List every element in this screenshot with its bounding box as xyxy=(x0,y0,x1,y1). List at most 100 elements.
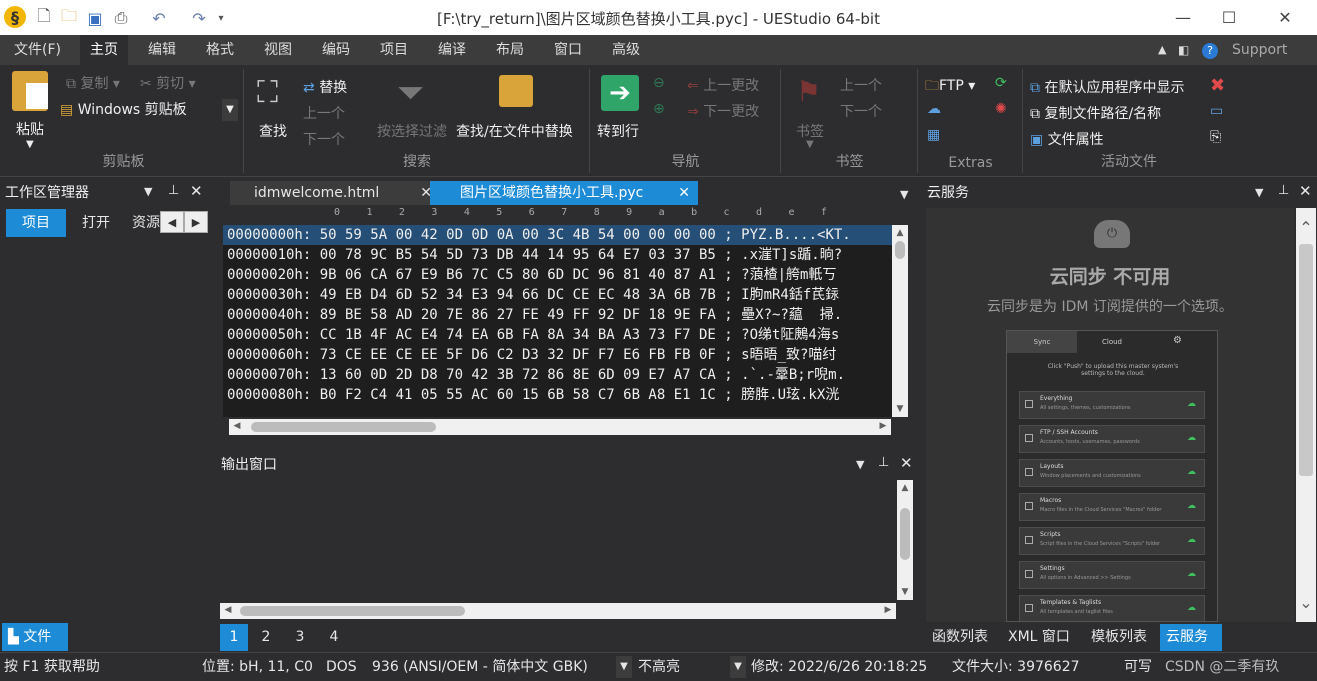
tab-scroll-left-icon[interactable]: ◀ xyxy=(160,211,184,233)
pin-icon[interactable]: ⊥ xyxy=(168,183,179,198)
cloud-icon[interactable]: ☁ xyxy=(927,101,941,117)
panel-dropdown-icon[interactable]: ▼ xyxy=(1255,186,1263,199)
scroll-up-icon[interactable]: ▲ xyxy=(897,483,913,493)
status-writable[interactable]: 可写 xyxy=(1124,653,1152,681)
scroll-thumb[interactable] xyxy=(1299,244,1313,476)
codepage-dropdown-icon[interactable]: ▼ xyxy=(616,656,632,678)
menu-advanced[interactable]: 高级 xyxy=(602,35,650,65)
filter-selection-button[interactable]: 按选择过滤 xyxy=(377,121,447,141)
tab-xml-window[interactable]: XML 窗口 xyxy=(1002,624,1082,651)
hex-row[interactable]: 00000070h: 13 60 0D 2D D8 70 42 3B 72 86… xyxy=(223,365,899,385)
hscroll-thumb[interactable] xyxy=(251,422,436,432)
output-content[interactable] xyxy=(220,478,913,618)
status-codepage[interactable]: 936 (ANSI/OEM - 简体中文 GBK) xyxy=(372,653,588,681)
goto-line-icon[interactable]: ➔ xyxy=(601,75,639,111)
scroll-down-icon[interactable]: ⌄ xyxy=(1296,593,1316,612)
bookmark-icon[interactable]: ⚑ xyxy=(796,75,821,108)
hex-row[interactable]: 00000020h: 9B 06 CA 67 E9 B6 7C C5 80 6D… xyxy=(223,265,899,285)
menu-format[interactable]: 格式 xyxy=(196,35,244,65)
highlight-dropdown-icon[interactable]: ▼ xyxy=(730,656,746,678)
extras-red-icon[interactable]: ✺ xyxy=(995,101,1007,117)
file-action-icon[interactable]: ▭ xyxy=(1210,103,1223,119)
workspace-tab-resources[interactable]: 资源 xyxy=(126,209,160,237)
menu-window[interactable]: 窗口 xyxy=(544,35,592,65)
copy-path-button[interactable]: ⧉ 复制文件路径/名称 xyxy=(1030,103,1161,123)
file-export-icon[interactable]: ⎘ xyxy=(1210,129,1221,145)
paste-icon[interactable] xyxy=(12,71,48,111)
hex-row[interactable]: 00000000h: 50 59 5A 00 42 0D 0D 0A 00 3C… xyxy=(223,225,899,245)
panel-dropdown-icon[interactable]: ▼ xyxy=(144,185,152,198)
workspace-tab-open[interactable]: 打开 xyxy=(66,209,126,237)
menu-view[interactable]: 视图 xyxy=(254,35,302,65)
tab-cloud-services[interactable]: 云服务 xyxy=(1160,624,1222,651)
output-page-2[interactable]: 2 xyxy=(252,624,280,651)
replace-button[interactable]: ⇄ 替换 xyxy=(303,77,347,97)
prev-bookmark-button[interactable]: 上一个 xyxy=(840,75,882,95)
scroll-up-icon[interactable]: ▲ xyxy=(892,228,908,238)
ftp-button[interactable]: 🗀FTP ▾ xyxy=(925,75,975,99)
hex-row[interactable]: 00000040h: 89 BE 58 AD 20 7E 86 27 FE 49… xyxy=(223,305,899,325)
bookmark-button[interactable]: 书签 xyxy=(796,121,824,141)
scroll-right-icon[interactable]: ▶ xyxy=(882,605,894,615)
editor-tab-pyc[interactable]: 图片区域颜色替换小工具.pyc ✕ xyxy=(430,181,698,205)
menu-home[interactable]: 主页 xyxy=(80,35,128,65)
scroll-down-icon[interactable]: ▼ xyxy=(897,587,913,597)
output-page-3[interactable]: 3 xyxy=(286,624,314,651)
scroll-thumb[interactable] xyxy=(900,508,910,560)
menu-encoding[interactable]: 编码 xyxy=(312,35,360,65)
pin-icon[interactable]: ⊥ xyxy=(1278,183,1289,198)
scroll-up-icon[interactable]: ⌃ xyxy=(1296,218,1316,237)
close-file-icon[interactable]: ✖ xyxy=(1210,75,1225,96)
paste-button[interactable]: 粘贴 xyxy=(16,119,44,139)
scroll-left-icon[interactable]: ◀ xyxy=(222,605,234,615)
editor-hscroll[interactable]: ◀ ▶ xyxy=(229,419,891,435)
editor-tab-idmwelcome[interactable]: idmwelcome.html ✕ xyxy=(230,181,440,205)
output-page-4[interactable]: 4 xyxy=(320,624,348,651)
file-properties-button[interactable]: ▣ 文件属性 xyxy=(1030,129,1104,149)
copy-button[interactable]: ⧉ 复制 ▾ xyxy=(66,73,120,93)
find-in-files-button[interactable]: 查找/在文件中替换 xyxy=(456,121,573,141)
hex-row[interactable]: 00000010h: 00 78 9C B5 54 5D 73 DB 44 14… xyxy=(223,245,899,265)
menu-file[interactable]: 文件(F) xyxy=(4,35,71,65)
support-menu[interactable]: Support xyxy=(1228,35,1291,65)
hex-row[interactable]: 00000060h: 73 CE EE CE EE 5F D6 C2 D3 32… xyxy=(223,345,899,365)
bookmark-dropdown-icon[interactable]: ▼ xyxy=(806,139,814,150)
panel-close-icon[interactable]: ✕ xyxy=(900,454,913,472)
tab-template-list[interactable]: 模板列表 xyxy=(1085,624,1157,651)
goto-line-button[interactable]: 转到行 xyxy=(597,121,639,141)
pin-icon[interactable]: ⊥ xyxy=(878,455,889,470)
windows-clipboard-button[interactable]: ▤ Windows 剪贴板 xyxy=(60,99,187,119)
panel-close-icon[interactable]: ✕ xyxy=(1299,182,1312,200)
hex-row[interactable]: 00000030h: 49 EB D4 6D 52 34 E3 94 66 DC… xyxy=(223,285,899,305)
status-highlight[interactable]: 不高亮 xyxy=(638,653,680,681)
scroll-thumb[interactable] xyxy=(895,241,905,259)
find-prev-button[interactable]: 上一个 xyxy=(303,103,345,123)
help-icon[interactable]: ? xyxy=(1192,35,1228,65)
panel-dropdown-icon[interactable]: ▼ xyxy=(856,458,864,471)
workspace-tab-project[interactable]: 项目 xyxy=(6,209,66,237)
nav-back-icon[interactable]: ⊖ xyxy=(653,75,665,91)
find-button[interactable]: 查找 xyxy=(259,121,287,141)
tab-function-list[interactable]: 函数列表 xyxy=(926,624,998,651)
workspace-tab-files[interactable]: ▙ 文件 xyxy=(2,623,68,651)
output-page-1[interactable]: 1 xyxy=(220,624,248,651)
find-next-button[interactable]: 下一个 xyxy=(303,129,345,149)
output-hscroll[interactable]: ◀ ▶ xyxy=(220,603,896,619)
find-in-files-icon[interactable] xyxy=(499,75,533,107)
menu-edit[interactable]: 编辑 xyxy=(138,35,186,65)
maximize-button[interactable]: ☐ xyxy=(1206,4,1252,30)
next-bookmark-button[interactable]: 下一个 xyxy=(840,101,882,121)
prev-change-button[interactable]: ⇐ 上一更改 xyxy=(687,75,759,95)
extras-green-icon[interactable]: ⟳ xyxy=(995,75,1007,91)
winclip-dropdown-icon[interactable]: ▼ xyxy=(222,99,238,121)
tab-scroll-right-icon[interactable]: ▶ xyxy=(184,211,208,233)
status-line-ending[interactable]: DOS xyxy=(326,653,357,681)
hscroll-thumb[interactable] xyxy=(240,606,465,616)
filter-icon[interactable]: ⏷ xyxy=(397,73,424,113)
cloud-vscroll[interactable]: ⌃ ⌄ xyxy=(1296,208,1316,622)
scroll-right-icon[interactable]: ▶ xyxy=(877,421,889,431)
close-button[interactable]: ✕ xyxy=(1262,4,1308,30)
hex-row[interactable]: 00000050h: CC 1B 4F AC E4 74 EA 6B FA 8A… xyxy=(223,325,899,345)
next-change-button[interactable]: ⇒ 下一更改 xyxy=(687,101,759,121)
menu-layout[interactable]: 布局 xyxy=(486,35,534,65)
